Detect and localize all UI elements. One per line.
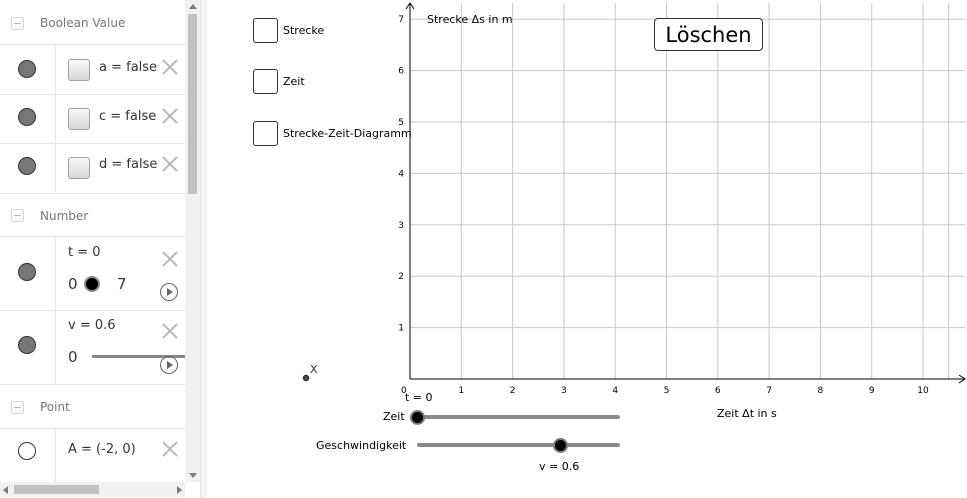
y-tick-label: 7 <box>398 15 404 25</box>
speed-slider-track[interactable] <box>417 443 620 447</box>
point-x-label: X <box>310 363 318 376</box>
y-tick-label: 6 <box>398 67 404 77</box>
graphics-view[interactable]: 0 1 2 3 4 5 6 7 8 9 101234567 Strecke Δs in mZeit Δ… <box>0 0 967 498</box>
time-slider-label: Zeit <box>383 410 405 423</box>
x-tick-label: 1 <box>458 386 464 396</box>
x-axis-label: Zeit Δt in s <box>717 407 777 420</box>
y-axis-label: Strecke Δs in m <box>427 13 513 26</box>
checkbox-label[interactable]: Strecke-Zeit-Diagramm <box>283 127 412 140</box>
checkbox-label[interactable]: Strecke <box>283 24 324 37</box>
y-tick-label: 4 <box>398 169 404 179</box>
checkbox-strecke[interactable] <box>253 18 278 43</box>
checkbox-zeit[interactable] <box>253 69 278 94</box>
x-tick-label: 9 <box>869 386 875 396</box>
y-tick-label: 3 <box>398 221 404 231</box>
x-tick-label: 7 <box>766 386 772 396</box>
x-tick-label: 2 <box>510 386 516 396</box>
y-tick-label: 2 <box>398 272 404 282</box>
clear-button[interactable]: Löschen <box>654 18 763 51</box>
x-tick-label: 8 <box>818 386 824 396</box>
speed-slider-label: Geschwindigkeit <box>316 439 407 452</box>
x-tick-label: 3 <box>561 386 567 396</box>
checkbox-label[interactable]: Zeit <box>283 75 305 88</box>
y-tick-label: 1 <box>398 324 404 334</box>
x-tick-label: 5 <box>664 386 670 396</box>
speed-slider-caption: v = 0.6 <box>539 460 580 473</box>
x-tick-label: 10 <box>917 386 929 396</box>
time-slider-track[interactable] <box>417 415 620 419</box>
checkbox-strecke-zeit-diagramm[interactable] <box>253 121 278 146</box>
time-slider-knob[interactable] <box>409 410 425 425</box>
point-x[interactable] <box>302 374 310 382</box>
x-tick-label: 4 <box>612 386 618 396</box>
speed-slider-knob[interactable] <box>552 438 568 453</box>
x-tick-label: 6 <box>715 386 721 396</box>
time-slider-caption: t = 0 <box>405 391 433 404</box>
